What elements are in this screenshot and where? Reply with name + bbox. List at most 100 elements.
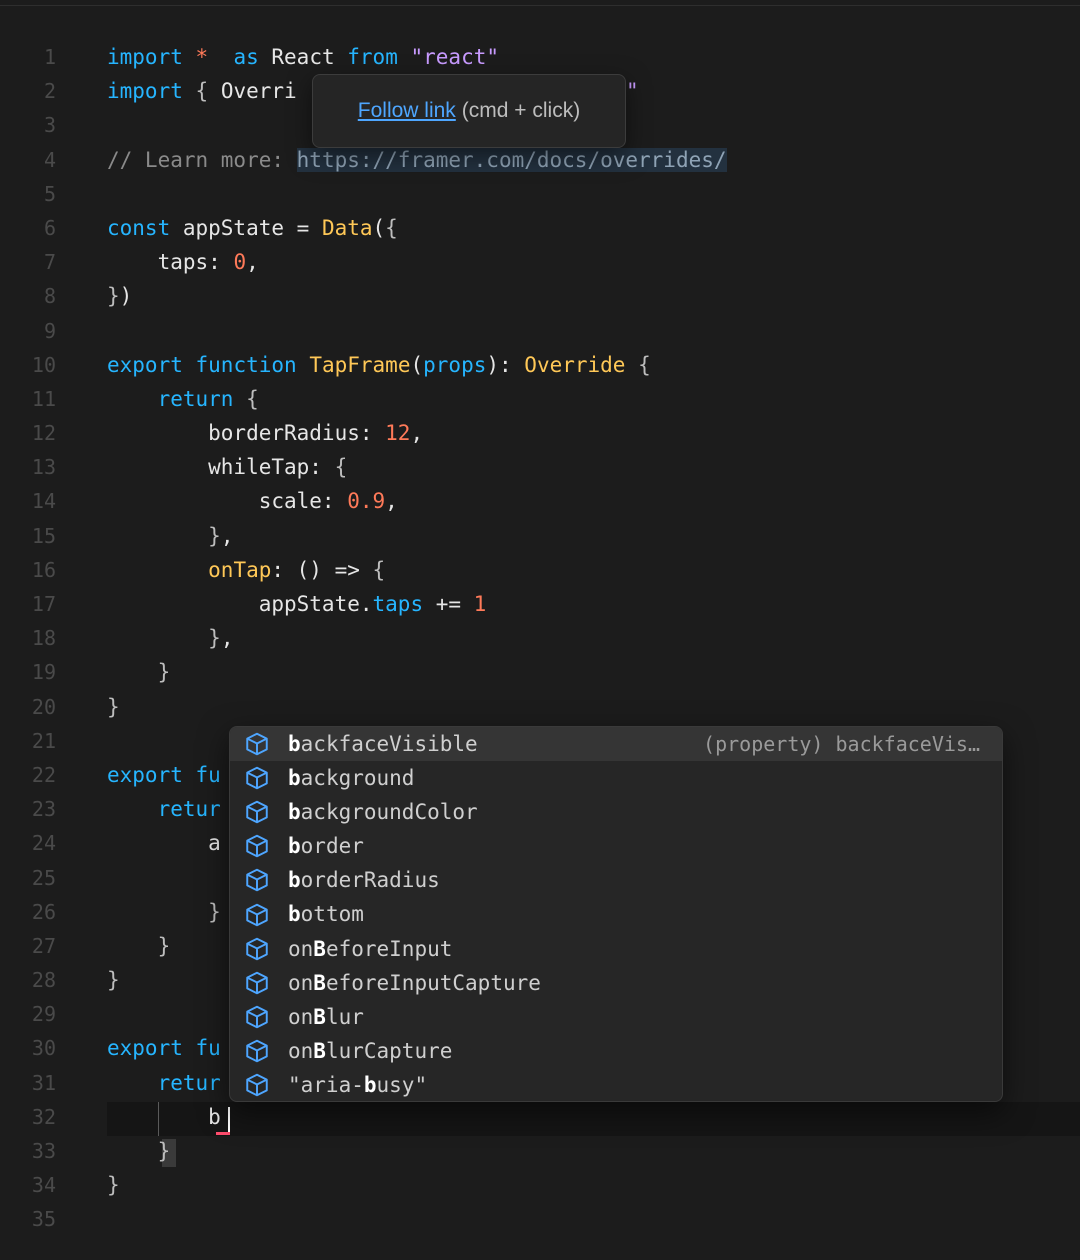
code-line[interactable]: 16 onTap: () => { xyxy=(0,553,1080,587)
line-number: 24 xyxy=(31,831,56,856)
code-token: 12 xyxy=(385,421,411,446)
line-number: 21 xyxy=(31,728,56,753)
suggestion-item[interactable]: background xyxy=(230,761,1002,795)
code-line[interactable]: 11 return { xyxy=(0,382,1080,416)
suggestion-item[interactable]: backgroundColor xyxy=(230,795,1002,829)
code-token: 0 xyxy=(233,250,247,275)
code-text: onTap: () => { xyxy=(107,553,385,587)
code-token[interactable]: https://framer.com/docs/overrides/ xyxy=(296,147,727,172)
suggestion-item[interactable]: onBeforeInputCapture xyxy=(230,966,1002,1000)
code-token: React xyxy=(258,45,348,69)
code-text: retur xyxy=(107,1066,221,1100)
line-number: 35 xyxy=(31,1207,56,1232)
code-token: as xyxy=(233,45,259,69)
code-token: 0.9 xyxy=(347,489,386,514)
code-line[interactable]: 10 export function TapFrame(props): Overr… xyxy=(0,348,1080,382)
code-token: { xyxy=(195,79,209,104)
code-text: whileTap: { xyxy=(107,450,347,484)
code-token: const xyxy=(107,215,171,240)
code-token: // Learn more: xyxy=(107,147,297,172)
code-token: Overri xyxy=(208,79,297,104)
code-token: , xyxy=(385,489,398,514)
code-line[interactable]: 20} xyxy=(0,690,1080,724)
suggestion-item[interactable]: onBeforeInput xyxy=(230,932,1002,966)
code-line[interactable]: 18 }, xyxy=(0,621,1080,655)
cube-icon xyxy=(242,934,272,964)
code-line[interactable]: 12 borderRadius: 12, xyxy=(0,416,1080,450)
code-text: scale: 0.9, xyxy=(107,484,398,518)
code-token: } xyxy=(107,968,120,993)
autocomplete-suggest-widget[interactable]: backfaceVisible (property) backfaceVis… ba… xyxy=(229,726,1003,1102)
code-token: export xyxy=(107,762,183,787)
line-number: 1 xyxy=(43,45,56,69)
code-line[interactable]: 17 appState.taps += 1 xyxy=(0,587,1080,621)
line-number: 10 xyxy=(31,352,56,377)
cube-icon xyxy=(242,763,272,793)
code-line[interactable]: 35 xyxy=(0,1202,1080,1236)
code-token: from xyxy=(347,45,398,69)
follow-link[interactable]: Follow link xyxy=(358,99,456,123)
cube-icon xyxy=(242,865,272,895)
line-number: 34 xyxy=(31,1173,56,1198)
code-text-tail: " xyxy=(626,74,639,108)
suggestion-item[interactable]: onBlurCapture xyxy=(230,1034,1002,1068)
code-line[interactable]: 13 whileTap: { xyxy=(0,450,1080,484)
code-line[interactable]: 34} xyxy=(0,1168,1080,1202)
suggestion-item[interactable]: border xyxy=(230,829,1002,863)
suggestion-item[interactable]: onBlur xyxy=(230,1000,1002,1034)
code-text: import { Overri xyxy=(107,74,297,108)
code-token: } xyxy=(107,1173,120,1198)
follow-link-shortcut-hint: (cmd + click) xyxy=(461,99,581,122)
code-token: } xyxy=(208,626,221,651)
cube-icon xyxy=(242,900,272,930)
line-number: 8 xyxy=(43,284,56,309)
code-line[interactable]: 15 }, xyxy=(0,519,1080,553)
code-token: "react" xyxy=(410,45,500,69)
suggestion-item[interactable]: borderRadius xyxy=(230,863,1002,897)
code-line[interactable]: 1 import * as React from "react" xyxy=(0,40,1080,74)
code-line[interactable]: 6 const appState = Data({ xyxy=(0,211,1080,245)
code-token: += xyxy=(423,592,474,616)
code-text: taps: 0, xyxy=(107,245,259,279)
code-line[interactable]: 8}) xyxy=(0,279,1080,313)
line-number: 18 xyxy=(31,626,56,651)
code-token: } xyxy=(208,899,221,924)
suggestion-item[interactable]: "aria-busy" xyxy=(230,1068,1002,1101)
code-line[interactable]: 9 xyxy=(0,314,1080,348)
cube-icon xyxy=(242,1070,272,1100)
code-token: appState = xyxy=(170,215,322,240)
code-line[interactable]: 14 scale: 0.9, xyxy=(0,484,1080,518)
code-line[interactable]: 7 taps: 0, xyxy=(0,245,1080,279)
suggestion-label: onBlurCapture xyxy=(288,1038,453,1063)
line-number: 7 xyxy=(43,250,56,275)
code-text: } xyxy=(107,1134,171,1168)
suggestion-label: onBeforeInput xyxy=(288,936,453,961)
code-line[interactable]: 5 xyxy=(0,177,1080,211)
suggestion-label: backgroundColor xyxy=(288,800,478,825)
code-token: , xyxy=(220,626,234,651)
suggestion-item[interactable]: backfaceVisible (property) backfaceVis… xyxy=(230,727,1002,762)
code-text: } xyxy=(107,655,171,689)
line-number: 23 xyxy=(31,797,56,822)
code-line[interactable]: 32 b xyxy=(0,1100,1080,1134)
code-text: appState.taps += 1 xyxy=(107,587,487,621)
code-token: import xyxy=(107,45,183,69)
suggestion-item[interactable]: bottom xyxy=(230,897,1002,931)
line-number: 27 xyxy=(31,933,56,958)
line-number: 33 xyxy=(31,1139,56,1163)
code-line[interactable]: 33 } xyxy=(0,1134,1080,1168)
code-token: taps xyxy=(372,592,424,616)
line-number: 6 xyxy=(43,215,56,240)
code-line[interactable]: 19 } xyxy=(0,655,1080,689)
code-token: , xyxy=(410,421,424,446)
code-token: " xyxy=(626,79,639,104)
link-hover-tooltip: Follow link (cmd + click) xyxy=(312,74,626,148)
